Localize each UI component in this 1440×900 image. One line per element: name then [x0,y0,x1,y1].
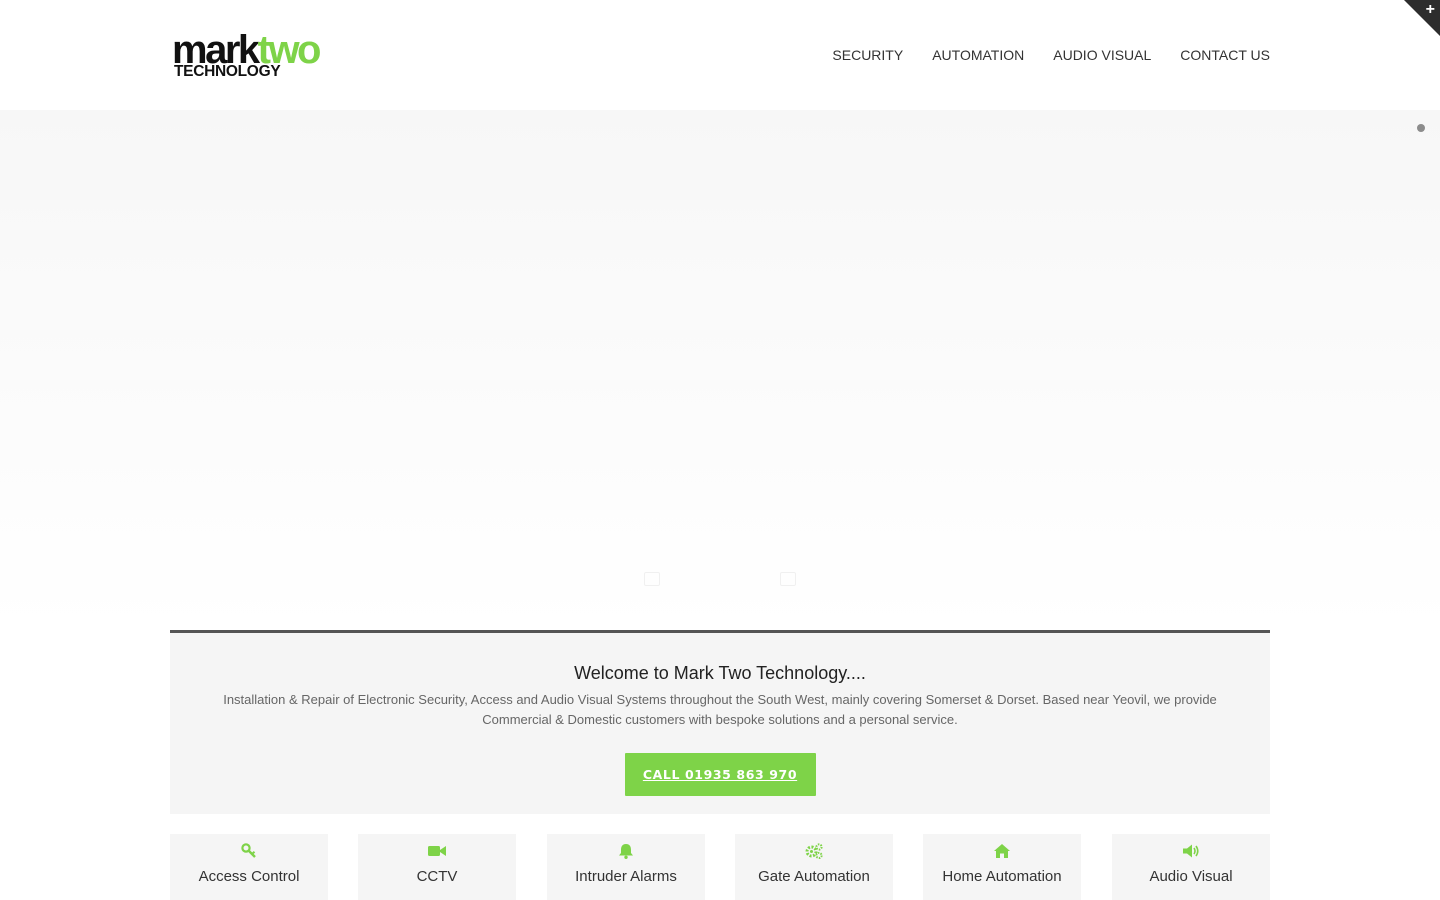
service-label: Intruder Alarms [575,868,677,885]
service-label: CCTV [416,868,458,885]
service-label: Gate Automation [758,868,870,885]
service-intruder-alarms[interactable]: Intruder Alarms [547,834,705,900]
logo-technology-text: TECHNOLOGY [174,63,281,80]
video-camera-icon [428,846,446,856]
hero-slider [0,110,1440,630]
nav-contact-us[interactable]: CONTACT US [1180,46,1270,64]
service-label: Access Control [198,868,300,885]
service-gate-automation[interactable]: Gate Automation [735,834,893,900]
service-label: Audio Visual [1149,868,1233,885]
service-label: Home Automation [942,868,1062,885]
call-button[interactable]: CALL 01935 863 970 [624,753,816,796]
service-access-control[interactable]: Access Control [170,834,328,900]
nav-security[interactable]: SECURITY [832,46,903,64]
service-audio-visual[interactable]: Audio Visual [1112,834,1270,900]
service-home-automation[interactable]: Home Automation [923,834,1081,900]
home-icon [994,844,1010,858]
key-icon [241,843,256,858]
welcome-section: Welcome to Mark Two Technology.... Insta… [170,630,1270,814]
service-cctv[interactable]: CCTV [358,834,516,900]
site-logo[interactable]: marktwo TECHNOLOGY [172,30,337,84]
services-row: Access Control CCTV Intruder Alarms Gate… [170,834,1270,900]
main-nav: SECURITY AUTOMATION AUDIO VISUAL CONTACT… [803,46,1270,64]
nav-automation[interactable]: AUTOMATION [932,46,1024,64]
bell-icon [619,844,633,859]
plus-icon: + [1425,1,1435,18]
welcome-text: Installation & Repair of Electronic Secu… [223,692,1217,727]
slider-prev-icon[interactable] [644,572,660,586]
corner-toggle[interactable]: + [1404,0,1440,36]
slider-next-icon[interactable] [780,572,796,586]
site-header: marktwo TECHNOLOGY SECURITY AUTOMATION A… [0,0,1440,110]
speaker-icon [1183,844,1199,858]
slider-pagination-dot[interactable] [1417,124,1425,132]
gears-icon [805,843,823,859]
welcome-title: Welcome to Mark Two Technology.... [574,663,866,683]
nav-audio-visual[interactable]: AUDIO VISUAL [1053,46,1151,64]
